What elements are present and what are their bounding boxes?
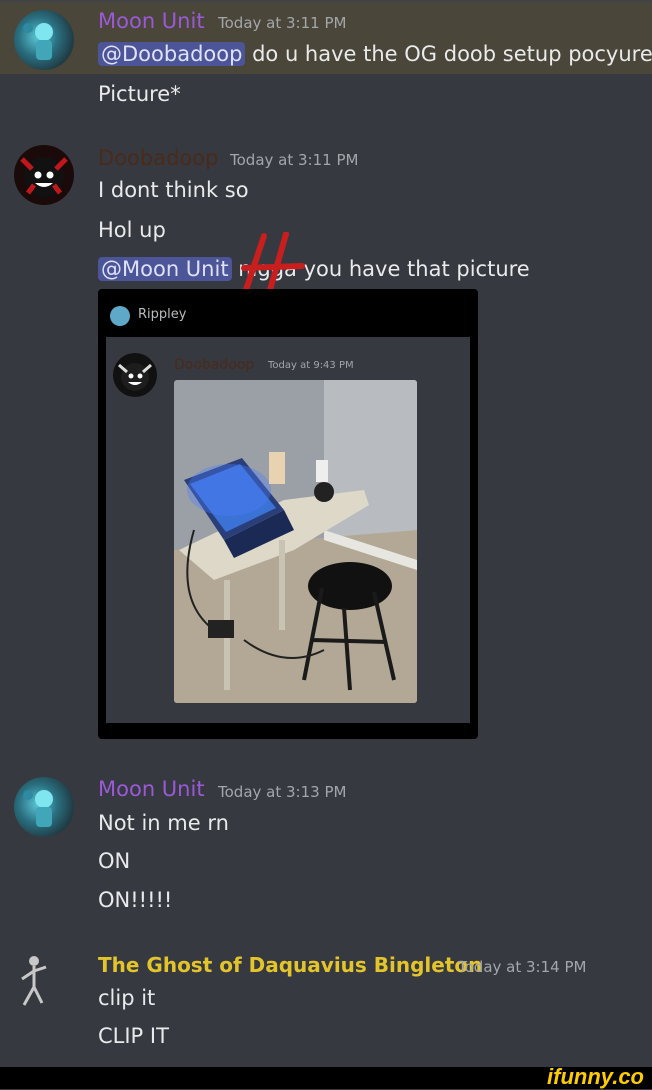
timestamp: Today at 3:11 PM [218, 14, 347, 32]
red-scribble-overlay [241, 232, 305, 293]
message-line: clip it [98, 986, 156, 1010]
skeleton-icon [21, 956, 47, 1006]
message-line: ON [98, 849, 131, 873]
message-text: do u have the OG doob setup pocyure [245, 42, 652, 66]
avatar-figure-icon [23, 790, 53, 827]
username-doobadoop[interactable]: Doobadoop [98, 146, 218, 170]
message-line: @Doobadoop do u have the OG doob setup p… [98, 42, 652, 66]
embed-author-avatar [110, 306, 130, 326]
mention-moon-unit[interactable]: @Moon Unit [98, 257, 232, 281]
avatar-moon-unit[interactable] [14, 10, 74, 70]
embed-author-name: Rippley [138, 307, 187, 322]
username-moon-unit[interactable]: Moon Unit [98, 9, 205, 33]
message-line: CLIP IT [98, 1024, 169, 1048]
message-line: Picture* [98, 82, 181, 106]
avatar-creature-icon [20, 157, 68, 197]
avatar-figure-icon [23, 23, 53, 60]
ifunny-watermark: ifunny.co [547, 1064, 644, 1089]
message-line: I dont think so [98, 178, 249, 202]
avatar-ghost[interactable] [14, 953, 74, 1013]
message-line: Hol up [98, 218, 166, 242]
timestamp: Today at 3:13 PM [218, 783, 347, 801]
timestamp: Today at 3:14 PM [458, 958, 587, 976]
setup-photo[interactable] [174, 380, 417, 703]
message-line: @Moon Unit nigga you have that picture [98, 257, 530, 281]
avatar-moon-unit[interactable] [14, 777, 74, 837]
inner-username: Doobadoop [174, 357, 255, 373]
mention-doobadoop[interactable]: @Doobadoop [98, 42, 246, 66]
inner-timestamp: Today at 9:43 PM [268, 360, 354, 371]
username-ghost[interactable]: The Ghost of Daquavius Bingleton [98, 953, 482, 977]
username-moon-unit[interactable]: Moon Unit [98, 777, 205, 801]
message-line: ON!!!!! [98, 888, 173, 912]
avatar-doobadoop[interactable] [14, 145, 74, 205]
timestamp: Today at 3:11 PM [230, 151, 359, 169]
inner-avatar [113, 353, 157, 397]
message-line: Not in me rn [98, 811, 229, 835]
inner-avatar-icon [118, 363, 152, 391]
